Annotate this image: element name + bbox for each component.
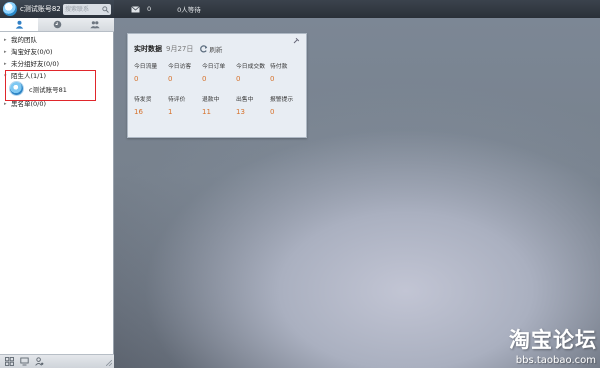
stats-date: 9月27日 [166, 45, 194, 53]
pin-icon[interactable] [293, 37, 300, 44]
stat-awaiting-review[interactable]: 待评价 1 [168, 96, 202, 117]
message-count[interactable]: 0 [147, 5, 151, 13]
grid-apps-icon[interactable] [5, 357, 14, 366]
stat-today-deals[interactable]: 今日成交数 0 [236, 63, 270, 84]
stat-value[interactable]: 1 [168, 108, 202, 117]
contacts-icon [15, 20, 23, 29]
top-bar: 0 0人等待 [114, 0, 600, 18]
stat-value[interactable]: 13 [236, 108, 270, 117]
stat-value[interactable]: 0 [270, 75, 304, 84]
stat-label: 今日流量 [134, 64, 158, 70]
groups-icon [90, 21, 100, 29]
stat-value[interactable]: 0 [168, 75, 202, 84]
stat-label: 今日访客 [168, 64, 192, 70]
stats-row-today: 今日流量 0 今日访客 0 今日订单 0 今日成交数 0 待付款 0 [134, 63, 304, 84]
account-avatar[interactable] [3, 2, 17, 16]
group-label: 黑名单(0/0) [11, 100, 47, 108]
stat-alerts[interactable]: 报警提示 0 [270, 96, 304, 117]
monitor-icon[interactable] [20, 357, 29, 366]
expand-arrow-icon: ▸ [4, 61, 7, 67]
group-label: 我的团队 [11, 36, 37, 44]
contact-search[interactable] [63, 3, 111, 15]
stat-refunding[interactable]: 退款中 11 [202, 96, 236, 117]
waiting-queue[interactable]: 0人等待 [177, 4, 201, 14]
group-taobao-friends[interactable]: ▸ 淘宝好友(0/0) [0, 46, 114, 58]
stat-value[interactable]: 0 [134, 75, 168, 84]
tab-groups[interactable] [76, 18, 114, 31]
stat-today-orders[interactable]: 今日订单 0 [202, 63, 236, 84]
stat-today-traffic[interactable]: 今日流量 0 [134, 63, 168, 84]
stat-label: 出售中 [236, 97, 254, 103]
account-name[interactable]: c测试账号82 [20, 4, 61, 14]
stat-awaiting-payment[interactable]: 待付款 0 [270, 63, 304, 84]
contact-avatar [10, 82, 23, 95]
panel-bottom-toolbar [0, 354, 114, 368]
stat-value[interactable]: 16 [134, 108, 168, 117]
stat-on-sale[interactable]: 出售中 13 [236, 96, 270, 117]
refresh-icon[interactable] [200, 45, 208, 53]
account-header: c测试账号82 [0, 0, 114, 18]
tab-contacts[interactable] [0, 18, 38, 31]
watermark-title: 淘宝论坛 [509, 328, 597, 352]
mail-icon[interactable] [131, 5, 140, 13]
stats-title: 实时数据 [134, 45, 162, 53]
stats-row-orders: 待发货 16 待评价 1 退款中 11 出售中 13 报警提示 0 [134, 96, 304, 117]
contacts-panel: c测试账号82 搜索联系 ▸ 我的团队 ▸ 淘宝好友(0/0) ▸ 未分组好友(… [0, 0, 114, 368]
watermark-url: bbs.taobao.com [515, 355, 596, 366]
expand-arrow-icon: ▸ [4, 37, 7, 43]
group-ungrouped-friends[interactable]: ▸ 未分组好友(0/0) [0, 58, 114, 70]
stat-label: 待付款 [270, 64, 288, 70]
resize-grip-icon[interactable] [106, 360, 112, 366]
stats-header: 实时数据 9月27日 刷新 [134, 44, 222, 54]
tab-recent-chats[interactable] [38, 18, 76, 31]
stat-label: 报警提示 [270, 97, 294, 103]
stat-label: 今日订单 [202, 64, 226, 70]
expand-arrow-icon: ▸ [4, 49, 7, 55]
stat-value[interactable]: 0 [270, 108, 304, 117]
group-label: 未分组好友(0/0) [11, 60, 60, 68]
group-label: 淘宝好友(0/0) [11, 48, 53, 56]
recent-chats-icon [53, 20, 61, 29]
refresh-button[interactable]: 刷新 [209, 44, 222, 54]
realtime-stats-widget: 实时数据 9月27日 刷新 今日流量 0 今日访客 0 今日订单 0 今日成交数 [127, 33, 307, 138]
stat-label: 待发货 [134, 97, 152, 103]
stat-today-visitors[interactable]: 今日访客 0 [168, 63, 202, 84]
stat-label: 今日成交数 [236, 64, 265, 70]
group-my-team[interactable]: ▸ 我的团队 [0, 34, 114, 46]
contact-item[interactable]: c测试账号81 [10, 82, 67, 95]
contacts-tabs [0, 18, 114, 32]
stat-label: 待评价 [168, 97, 186, 103]
stat-label: 退款中 [202, 97, 220, 103]
stat-value[interactable]: 11 [202, 108, 236, 117]
stat-awaiting-shipment[interactable]: 待发货 16 [134, 96, 168, 117]
user-settings-icon[interactable] [35, 357, 44, 366]
app-window: c测试账号82 搜索联系 ▸ 我的团队 ▸ 淘宝好友(0/0) ▸ 未分组好友(… [0, 0, 600, 368]
contact-name: c测试账号81 [29, 85, 67, 94]
search-icon[interactable] [102, 5, 109, 13]
stat-value[interactable]: 0 [202, 75, 236, 84]
contact-search-input[interactable] [65, 4, 101, 14]
stat-value[interactable]: 0 [236, 75, 270, 84]
